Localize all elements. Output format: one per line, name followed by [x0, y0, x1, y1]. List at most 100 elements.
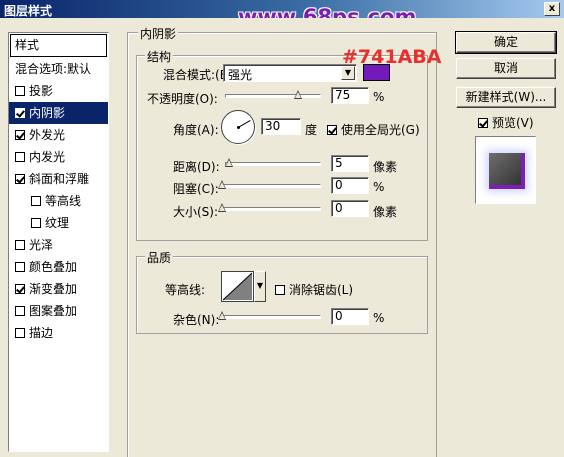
- style-item-label: 斜面和浮雕: [29, 172, 90, 186]
- color-annotation: #741ABA: [342, 46, 442, 68]
- angle-unit: 度: [305, 123, 318, 137]
- size-slider[interactable]: [218, 203, 321, 212]
- preview-toggle[interactable]: 预览(V): [478, 114, 534, 131]
- style-item[interactable]: 图案叠加: [9, 300, 108, 322]
- noise-slider[interactable]: [218, 311, 321, 320]
- distance-label: 距离(D):: [173, 160, 220, 174]
- style-item[interactable]: 外发光: [9, 124, 108, 146]
- close-button[interactable]: x: [544, 2, 560, 16]
- style-item-checkbox[interactable]: [15, 151, 25, 162]
- cancel-button[interactable]: 取消: [456, 58, 556, 79]
- style-item-checkbox[interactable]: [15, 261, 25, 272]
- style-item-label: 渐变叠加: [29, 282, 78, 296]
- contour-picker[interactable]: [221, 271, 254, 302]
- noise-unit: %: [373, 311, 385, 325]
- style-item-checkbox[interactable]: [15, 239, 25, 250]
- style-item-label: 内阴影: [29, 106, 66, 120]
- preview-checkbox[interactable]: [478, 117, 488, 128]
- chevron-down-icon[interactable]: ▼: [254, 271, 266, 302]
- opacity-input[interactable]: 75: [331, 87, 369, 104]
- inner-shadow-panel: 内阴影 结构 混合模式:(B) 强光 ▼ 不透明度(O): 75 % 角度(A)…: [127, 25, 437, 457]
- size-input[interactable]: 0: [331, 200, 369, 217]
- inner-shadow-title: 内阴影: [138, 25, 179, 42]
- style-item[interactable]: 光泽: [9, 234, 108, 256]
- angle-center: [237, 126, 240, 129]
- choke-label: 阻塞(C):: [173, 182, 219, 196]
- opacity-slider-thumb[interactable]: [294, 90, 302, 99]
- style-item-checkbox[interactable]: [15, 173, 25, 184]
- style-item-label: 图案叠加: [29, 304, 78, 318]
- distance-slider[interactable]: [225, 158, 321, 167]
- distance-slider-thumb[interactable]: [225, 158, 233, 167]
- style-list: 样式 混合选项:默认投影内阴影外发光内发光斜面和浮雕等高线纹理光泽颜色叠加渐变叠…: [8, 32, 109, 452]
- window-title: 图层样式: [4, 4, 53, 18]
- choke-unit: %: [373, 180, 385, 194]
- new-style-button[interactable]: 新建样式(W)...: [456, 87, 556, 108]
- style-item[interactable]: 纹理: [9, 212, 108, 234]
- antialias-checkbox[interactable]: [275, 284, 285, 295]
- style-item[interactable]: 描边: [9, 322, 108, 344]
- style-item[interactable]: 渐变叠加: [9, 278, 108, 300]
- style-item-checkbox[interactable]: [15, 85, 25, 96]
- style-item-label: 描边: [29, 326, 54, 340]
- style-item[interactable]: 内发光: [9, 146, 108, 168]
- chevron-down-icon: ▼: [341, 66, 355, 80]
- antialias-label: 消除锯齿(L): [289, 283, 354, 297]
- preview-thumbnail: [489, 153, 525, 189]
- blend-mode-select[interactable]: 强光 ▼: [223, 64, 357, 82]
- noise-slider-thumb[interactable]: [218, 311, 226, 320]
- style-items: 混合选项:默认投影内阴影外发光内发光斜面和浮雕等高线纹理光泽颜色叠加渐变叠加图案…: [9, 58, 108, 344]
- style-item-label: 光泽: [29, 238, 54, 252]
- style-item[interactable]: 混合选项:默认: [9, 58, 108, 80]
- angle-dial[interactable]: [221, 110, 255, 144]
- style-list-header[interactable]: 样式: [10, 34, 107, 57]
- choke-slider[interactable]: [218, 180, 321, 189]
- opacity-label: 不透明度(O):: [147, 92, 218, 106]
- preview-label: 预览(V): [492, 116, 534, 130]
- style-item-checkbox[interactable]: [15, 283, 25, 294]
- style-item-label: 纹理: [45, 216, 70, 230]
- style-item-label: 颜色叠加: [29, 260, 78, 274]
- quality-title: 品质: [145, 249, 174, 266]
- quality-group: 品质 等高线: ▼ 消除锯齿(L) 杂色(N): 0 %: [136, 249, 428, 334]
- contour-label: 等高线:: [165, 283, 206, 297]
- size-slider-thumb[interactable]: [218, 203, 226, 212]
- style-item-label: 投影: [29, 84, 54, 98]
- noise-label: 杂色(N):: [173, 313, 220, 327]
- style-item-checkbox[interactable]: [15, 129, 25, 140]
- noise-input[interactable]: 0: [331, 308, 369, 325]
- distance-input[interactable]: 5: [331, 155, 369, 172]
- style-item[interactable]: 等高线: [9, 190, 108, 212]
- style-item[interactable]: 投影: [9, 80, 108, 102]
- layer-style-dialog: 样式 混合选项:默认 投影 内阴影 外发光 内发光 斜面和浮雕 等高线 纹理 光泽 颜色叠加 渐变叠…: [0, 18, 564, 457]
- choke-input[interactable]: 0: [331, 177, 369, 194]
- style-item-checkbox[interactable]: [31, 217, 41, 228]
- style-item[interactable]: 内阴影: [9, 102, 108, 124]
- choke-slider-thumb[interactable]: [218, 180, 226, 189]
- style-item[interactable]: 斜面和浮雕: [9, 168, 108, 190]
- opacity-slider[interactable]: [225, 90, 321, 99]
- style-preview: [475, 136, 536, 204]
- ok-button[interactable]: 确定: [455, 31, 557, 54]
- structure-group: 结构 混合模式:(B) 强光 ▼ 不透明度(O): 75 % 角度(A): 30…: [136, 48, 428, 241]
- antialias-toggle[interactable]: 消除锯齿(L): [275, 281, 353, 298]
- global-light-checkbox[interactable]: [327, 124, 337, 135]
- size-label: 大小(S):: [173, 205, 219, 219]
- contour-curve-icon: [222, 272, 253, 301]
- global-light-toggle[interactable]: 使用全局光(G): [327, 121, 420, 138]
- style-item-checkbox[interactable]: [15, 305, 25, 316]
- distance-unit: 像素: [373, 160, 398, 174]
- size-unit: 像素: [373, 205, 398, 219]
- style-item[interactable]: 颜色叠加: [9, 256, 108, 278]
- style-item-label: 等高线: [45, 194, 82, 208]
- opacity-unit: %: [373, 90, 385, 104]
- angle-input[interactable]: 30: [261, 118, 301, 135]
- style-item-checkbox[interactable]: [15, 327, 25, 338]
- structure-title: 结构: [145, 48, 174, 65]
- style-item-checkbox[interactable]: [31, 195, 41, 206]
- style-item-label: 混合选项:默认: [15, 62, 92, 76]
- global-light-label: 使用全局光(G): [341, 123, 420, 137]
- style-item-label: 内发光: [29, 150, 66, 164]
- style-item-checkbox[interactable]: [15, 107, 25, 118]
- style-item-label: 外发光: [29, 128, 66, 142]
